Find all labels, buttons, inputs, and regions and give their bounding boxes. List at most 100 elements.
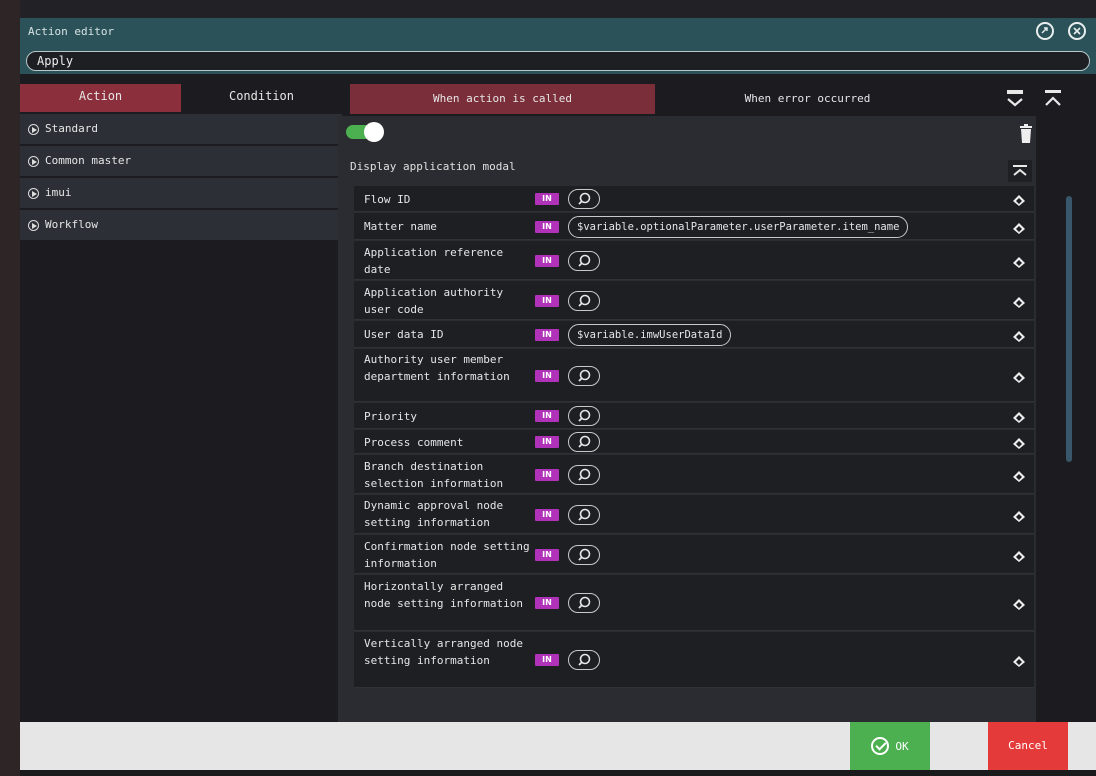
expand-all-icon[interactable] (1004, 86, 1026, 112)
search-icon (578, 254, 591, 267)
in-badge: IN (535, 597, 559, 609)
in-badge: IN (535, 294, 559, 307)
parameter-row: Flow ID IN (354, 186, 1034, 212)
tab-when-action-called[interactable]: When action is called (350, 84, 655, 114)
enable-toggle[interactable] (346, 122, 390, 142)
dialog-footer: OK Cancel (20, 722, 1096, 770)
parameter-row: Horizontally arranged node setting infor… (354, 575, 1034, 631)
play-circle-icon (28, 123, 39, 135)
play-circle-icon (28, 187, 39, 199)
tab-action[interactable]: Action (20, 84, 181, 112)
eraser-icon[interactable] (1011, 328, 1027, 342)
collapse-icon[interactable] (1008, 160, 1032, 182)
parameter-row: Branch destination selection information… (354, 455, 1034, 494)
search-button[interactable] (568, 593, 600, 613)
in-badge: IN (535, 369, 559, 382)
parameter-value[interactable]: $variable.imwUserDataId (568, 323, 732, 346)
parameter-row: Authority user member department informa… (354, 349, 1034, 402)
trash-icon[interactable] (1018, 124, 1034, 144)
search-icon (578, 468, 591, 481)
eraser-icon[interactable] (1011, 468, 1027, 482)
eraser-icon[interactable] (1011, 254, 1027, 268)
tab-when-error-occurred[interactable]: When error occurred (655, 84, 960, 114)
parameter-label: Dynamic approval node setting informatio… (364, 499, 504, 529)
right-tab-bar: When action is called When error occurre… (350, 84, 1096, 114)
action-title: Display application modal (350, 160, 516, 173)
category-label: Common master (45, 154, 132, 167)
search-icon (578, 548, 591, 561)
search-icon (578, 294, 591, 307)
parameter-label: Horizontally arranged node setting infor… (364, 579, 523, 610)
parameter-row: Priority IN (354, 403, 1034, 429)
eraser-icon[interactable] (1011, 220, 1027, 234)
close-icon[interactable] (1068, 22, 1086, 40)
parameter-row: Matter name IN $variable.optionalParameter… (354, 213, 1034, 240)
search-button[interactable] (568, 406, 600, 426)
action-panel: Display application modal Flow ID IN Matte… (338, 116, 1036, 722)
eraser-icon[interactable] (1011, 294, 1027, 308)
parameter-row: Application authority user code IN (354, 281, 1034, 320)
search-icon (578, 369, 591, 382)
eraser-icon[interactable] (1011, 192, 1027, 206)
in-badge: IN (535, 508, 559, 521)
eraser-icon[interactable] (1011, 435, 1027, 449)
left-tab-bar: Action Condition (20, 84, 342, 112)
parameter-row: Dynamic approval node setting informatio… (354, 495, 1034, 534)
parameter-label: Matter name (364, 220, 437, 233)
parameter-row: Confirmation node setting information IN (354, 535, 1034, 574)
play-circle-icon (28, 155, 39, 167)
in-badge: IN (535, 468, 559, 481)
search-icon (578, 409, 591, 422)
eraser-icon[interactable] (1011, 596, 1027, 610)
parameter-row: Vertically arranged node setting informa… (354, 632, 1034, 688)
search-button[interactable] (568, 650, 600, 670)
eraser-icon[interactable] (1011, 369, 1027, 383)
search-icon (578, 596, 591, 609)
tab-condition[interactable]: Condition (181, 84, 342, 112)
link-icon[interactable] (1036, 22, 1054, 40)
parameter-label: Vertically arranged node setting informa… (364, 636, 523, 667)
footer-edge (20, 770, 1096, 776)
collapse-all-icon[interactable] (1042, 86, 1064, 112)
category-label: Workflow (45, 218, 98, 231)
parameter-label: Branch destination selection information (364, 459, 504, 490)
search-button[interactable] (568, 432, 600, 452)
in-badge: IN (535, 193, 559, 205)
category-list: Standard Common master imui Workflow (20, 114, 342, 242)
search-button[interactable] (568, 544, 600, 565)
search-button[interactable] (568, 189, 600, 209)
eraser-icon[interactable] (1011, 409, 1027, 423)
parameter-row: Process comment IN (354, 430, 1034, 454)
eraser-icon[interactable] (1011, 508, 1027, 522)
category-standard[interactable]: Standard (20, 114, 342, 144)
parameter-label: Authority user member department informa… (364, 353, 510, 383)
category-common-master[interactable]: Common master (20, 146, 342, 176)
category-label: Standard (45, 122, 98, 135)
parameter-label: Application reference date (364, 245, 504, 276)
search-button[interactable] (568, 250, 600, 271)
category-imui[interactable]: imui (20, 178, 342, 208)
search-button[interactable] (568, 365, 600, 386)
dialog-title: Action editor (28, 25, 115, 38)
parameter-label: Process comment (364, 435, 464, 449)
search-icon (578, 508, 591, 521)
play-circle-icon (28, 219, 39, 231)
ok-label: OK (895, 739, 909, 753)
scrollbar[interactable] (1066, 196, 1072, 462)
action-name-row (20, 45, 1096, 74)
search-button[interactable] (568, 464, 600, 485)
parameter-label: Priority (364, 409, 417, 423)
parameter-label: User data ID (364, 328, 444, 341)
cancel-button[interactable]: Cancel (988, 722, 1068, 770)
ok-button[interactable]: OK (850, 722, 930, 770)
parameter-value[interactable]: $variable.optionalParameter.userParamete… (568, 215, 909, 238)
action-name-input[interactable] (26, 51, 1090, 71)
eraser-icon[interactable] (1011, 548, 1027, 562)
category-workflow[interactable]: Workflow (20, 210, 342, 240)
search-button[interactable] (568, 504, 600, 525)
search-button[interactable] (568, 290, 600, 311)
eraser-icon[interactable] (1011, 653, 1027, 667)
background-strip (0, 0, 20, 776)
in-badge: IN (535, 328, 559, 341)
app-frame: Action editor Action Condition Standar (0, 0, 1096, 776)
